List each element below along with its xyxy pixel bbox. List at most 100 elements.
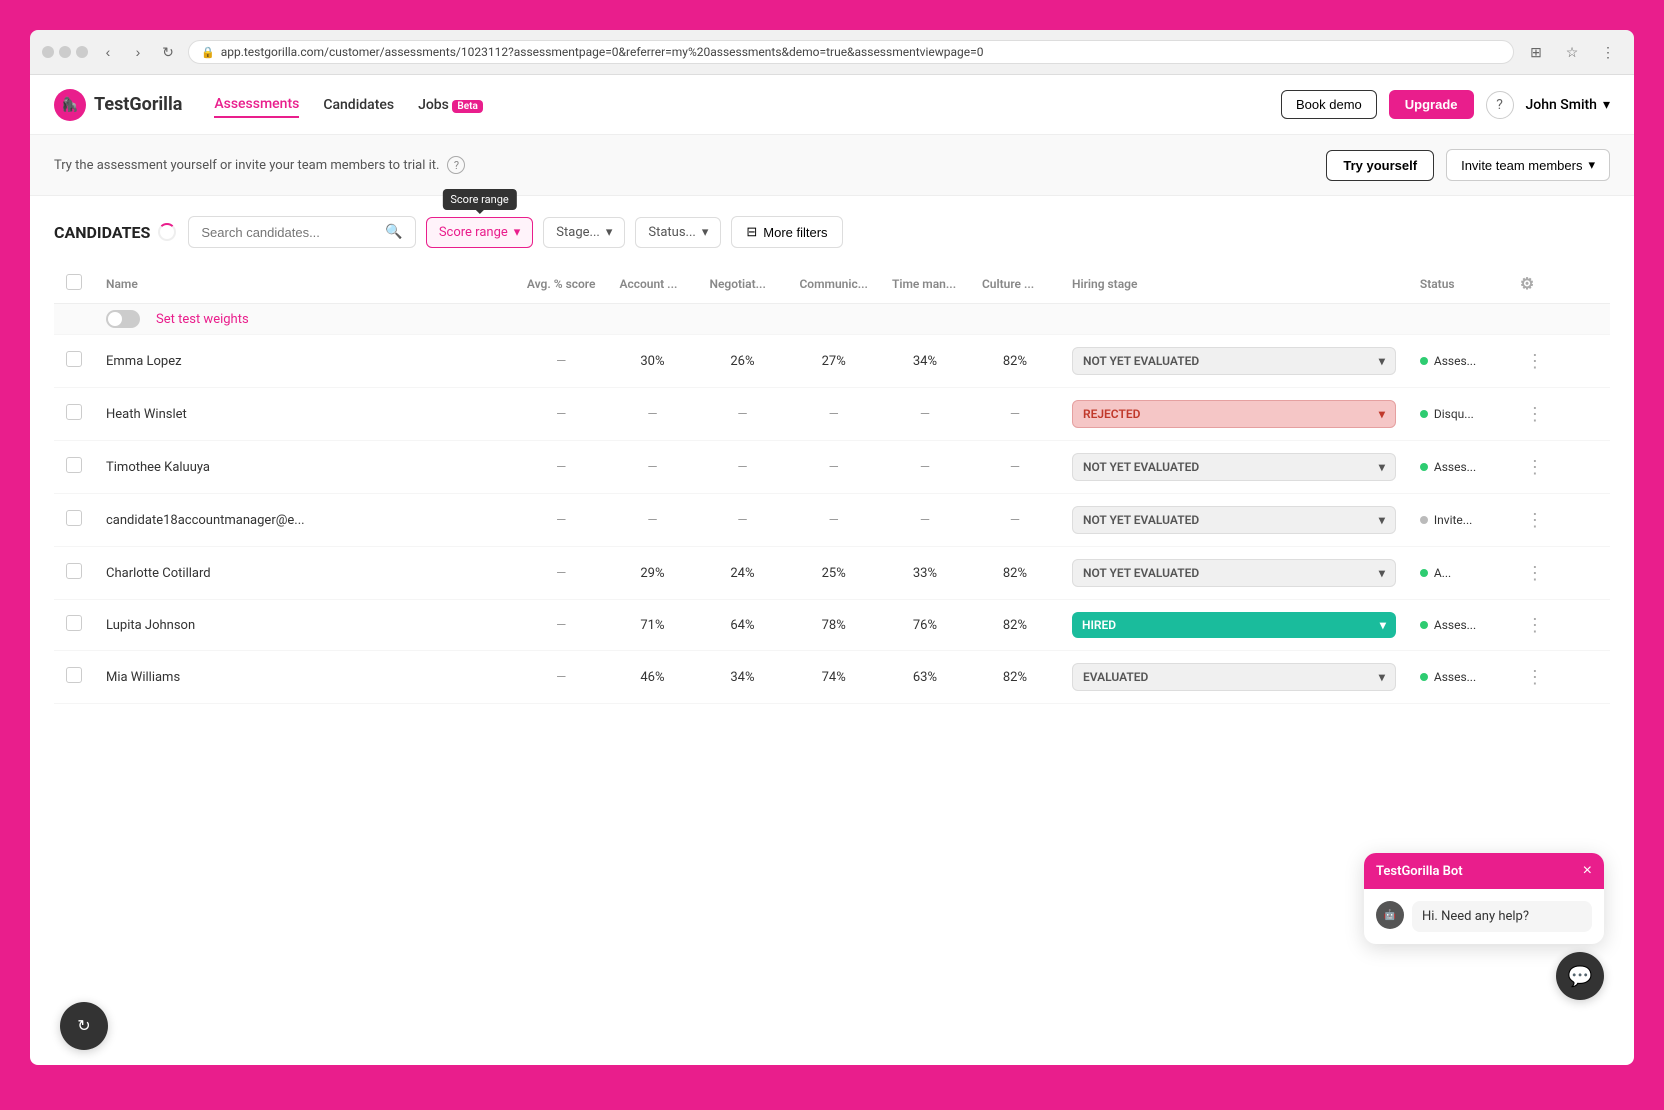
- row-checkbox-cell: [54, 388, 94, 441]
- account-score-cell: 30%: [607, 335, 697, 388]
- upgrade-button[interactable]: Upgrade: [1389, 90, 1474, 119]
- stage-badge[interactable]: NOT YET EVALUATED ▾: [1072, 559, 1396, 587]
- help-button[interactable]: ?: [1486, 91, 1514, 119]
- stage-chevron-icon: ▾: [1379, 354, 1385, 368]
- nav-jobs[interactable]: Jobs Beta: [418, 93, 483, 117]
- avg-score-cell: —: [515, 600, 608, 651]
- avg-score-cell: —: [515, 335, 608, 388]
- select-all-checkbox[interactable]: [66, 274, 82, 290]
- try-yourself-button[interactable]: Try yourself: [1326, 150, 1434, 181]
- stage-chevron-icon: ▾: [1379, 670, 1385, 684]
- row-checkbox[interactable]: [66, 563, 82, 579]
- hiring-stage-cell[interactable]: NOT YET EVALUATED ▾: [1060, 547, 1408, 600]
- extensions-button[interactable]: ⊞: [1522, 38, 1550, 66]
- hiring-stage-cell[interactable]: HIRED ▾: [1060, 600, 1408, 651]
- status-dropdown[interactable]: Status... ▾: [635, 217, 721, 248]
- chat-close-button[interactable]: ×: [1583, 863, 1592, 879]
- negotiate-score-cell: 24%: [697, 547, 787, 600]
- row-checkbox[interactable]: [66, 667, 82, 683]
- stage-dropdown[interactable]: Stage... ▾: [543, 217, 625, 248]
- row-checkbox-cell: [54, 600, 94, 651]
- user-menu-chevron: ▾: [1603, 97, 1610, 113]
- account-score-cell: —: [607, 388, 697, 441]
- table-row: Timothee Kaluuya — — — — — — NOT YET EVA…: [54, 441, 1610, 494]
- logo[interactable]: 🦍 TestGorilla: [54, 89, 182, 121]
- account-score-cell: 71%: [607, 600, 697, 651]
- bookmark-button[interactable]: ☆: [1558, 38, 1586, 66]
- hiring-stage-cell[interactable]: REJECTED ▾: [1060, 388, 1408, 441]
- th-status: Status: [1408, 264, 1508, 304]
- candidates-title: CANDIDATES: [54, 223, 176, 242]
- browser-back-button[interactable]: ‹: [96, 40, 120, 64]
- negotiate-score-cell: 34%: [697, 651, 787, 704]
- table-row: Mia Williams — 46% 34% 74% 63% 82% EVALU…: [54, 651, 1610, 704]
- stage-label: REJECTED: [1083, 407, 1140, 421]
- stage-badge[interactable]: NOT YET EVALUATED ▾: [1072, 506, 1396, 534]
- communicate-score-cell: 78%: [787, 600, 880, 651]
- candidate-name: Mia Williams: [94, 651, 515, 704]
- status-label: Invite...: [1434, 513, 1472, 527]
- search-input[interactable]: [201, 225, 377, 240]
- table-row: Lupita Johnson — 71% 64% 78% 76% 82% HIR…: [54, 600, 1610, 651]
- stage-badge[interactable]: EVALUATED ▾: [1072, 663, 1396, 691]
- more-options-button[interactable]: ⋮: [1520, 665, 1550, 690]
- row-checkbox[interactable]: [66, 615, 82, 631]
- culture-score-cell: —: [970, 388, 1060, 441]
- stage-badge[interactable]: HIRED ▾: [1072, 612, 1396, 638]
- avg-score-cell: —: [515, 547, 608, 600]
- stage-badge[interactable]: NOT YET EVALUATED ▾: [1072, 453, 1396, 481]
- stage-badge[interactable]: NOT YET EVALUATED ▾: [1072, 347, 1396, 375]
- more-options-button[interactable]: ⋮: [1520, 455, 1550, 480]
- negotiate-score-cell: —: [697, 494, 787, 547]
- test-weights-toggle[interactable]: [106, 310, 140, 328]
- hiring-stage-cell[interactable]: NOT YET EVALUATED ▾: [1060, 335, 1408, 388]
- chat-icon: 💬: [1568, 964, 1593, 989]
- more-options-button[interactable]: ⋮: [1520, 613, 1550, 638]
- score-range-dropdown[interactable]: Score range ▾: [426, 217, 533, 248]
- chat-popup-body: 🤖 Hi. Need any help?: [1364, 889, 1604, 944]
- time-man-score-cell: 76%: [880, 600, 970, 651]
- table-settings-icon[interactable]: ⚙: [1520, 274, 1534, 293]
- nav-candidates[interactable]: Candidates: [323, 93, 394, 117]
- more-options-button[interactable]: ⋮: [1520, 402, 1550, 427]
- nav-assessments[interactable]: Assessments: [214, 92, 299, 118]
- status-dot: [1420, 410, 1428, 418]
- more-options-button[interactable]: ⋮: [1520, 349, 1550, 374]
- hiring-stage-cell[interactable]: NOT YET EVALUATED ▾: [1060, 494, 1408, 547]
- browser-chrome: ‹ › ↻ 🔒 app.testgorilla.com/customer/ass…: [30, 30, 1634, 75]
- browser-forward-button[interactable]: ›: [126, 40, 150, 64]
- hiring-stage-cell[interactable]: NOT YET EVALUATED ▾: [1060, 441, 1408, 494]
- stage-chevron-icon: ▾: [1380, 618, 1386, 632]
- stage-badge[interactable]: REJECTED ▾: [1072, 400, 1396, 428]
- more-options-button[interactable]: ⋮: [1520, 561, 1550, 586]
- more-filters-button[interactable]: ⊟ More filters: [731, 216, 842, 248]
- cw-button[interactable]: ↻: [60, 1002, 108, 1050]
- book-demo-button[interactable]: Book demo: [1281, 90, 1377, 119]
- candidates-label: CANDIDATES: [54, 223, 150, 242]
- th-select-all: [54, 264, 94, 304]
- time-man-score-cell: —: [880, 494, 970, 547]
- browser-dot-max: [76, 46, 88, 58]
- browser-refresh-button[interactable]: ↻: [156, 40, 180, 64]
- chat-open-button[interactable]: 💬: [1556, 952, 1604, 1000]
- hiring-stage-cell[interactable]: EVALUATED ▾: [1060, 651, 1408, 704]
- trial-actions: Try yourself Invite team members ▾: [1326, 149, 1610, 181]
- account-score-cell: 46%: [607, 651, 697, 704]
- browser-navigation: ‹ › ↻: [96, 40, 180, 64]
- row-checkbox[interactable]: [66, 457, 82, 473]
- culture-score-cell: —: [970, 494, 1060, 547]
- more-options-button[interactable]: ⋮: [1520, 508, 1550, 533]
- invite-team-button[interactable]: Invite team members ▾: [1446, 149, 1610, 181]
- communicate-score-cell: —: [787, 441, 880, 494]
- browser-url-text: app.testgorilla.com/customer/assessments…: [221, 45, 984, 59]
- candidates-table: Name Avg. % score Account ... Negotiat..…: [54, 264, 1610, 704]
- row-checkbox[interactable]: [66, 404, 82, 420]
- browser-url-bar[interactable]: 🔒 app.testgorilla.com/customer/assessmen…: [188, 40, 1514, 64]
- settings-button[interactable]: ⋮: [1594, 38, 1622, 66]
- row-checkbox[interactable]: [66, 510, 82, 526]
- set-test-weights-link[interactable]: Set test weights: [156, 312, 249, 327]
- table-row: Heath Winslet — — — — — — REJECTED ▾ Dis…: [54, 388, 1610, 441]
- search-box[interactable]: 🔍: [188, 216, 415, 248]
- user-menu[interactable]: John Smith ▾: [1526, 97, 1611, 113]
- row-checkbox[interactable]: [66, 351, 82, 367]
